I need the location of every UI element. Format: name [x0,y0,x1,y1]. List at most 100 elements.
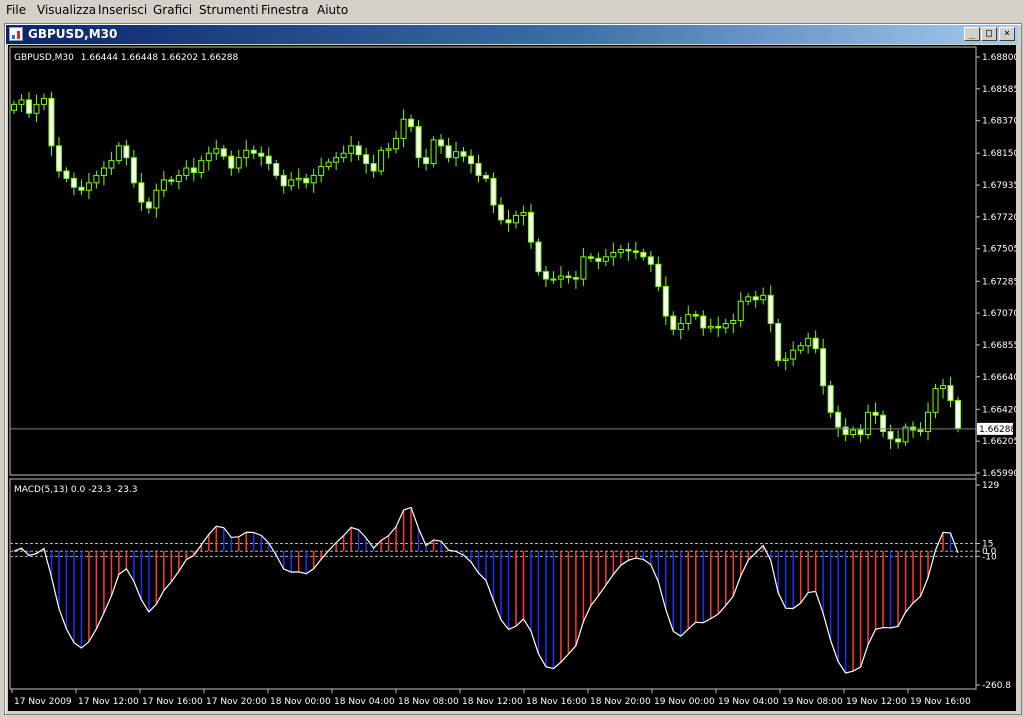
price-tick-label: 1.67505 [982,245,1016,255]
maximize-button[interactable]: □ [981,27,997,41]
candle-body [692,314,699,317]
candle-body [243,149,250,159]
candle-body [865,411,872,436]
candle-body [640,251,647,258]
candle-body [737,300,744,322]
candle-body [782,358,789,361]
candle-body [363,154,370,165]
candle-body [288,179,295,187]
candle-body [295,177,302,181]
time-tick-label: 17 Nov 2009 [14,697,72,707]
candle-body [48,97,55,147]
menu-visualizza[interactable]: Visualizza [37,3,96,17]
price-tick-label: 1.67070 [982,309,1016,319]
price-tick-label: 1.66640 [982,373,1016,383]
chart-area[interactable]: GBPUSD,M30 1.66444 1.66448 1.66202 1.662… [8,45,1019,711]
candle-body [183,167,190,176]
menu-file[interactable]: File [6,3,26,17]
candle-body [175,174,182,182]
time-tick-label: 17 Nov 12:00 [78,697,139,707]
menu-aiuto[interactable]: Aiuto [317,3,348,17]
candle-body [123,145,130,159]
candle-body [153,189,160,209]
candle-body [812,337,819,350]
candle-body [520,211,527,216]
candle-body [340,152,347,159]
candle-body [310,174,317,184]
candle-body [333,157,340,163]
macd-name-label: MACD [14,485,41,495]
candle-body [917,429,924,433]
symbol-label: GBPUSD,M30 [14,53,74,63]
candle-body [662,285,669,317]
minimize-button[interactable]: _ [964,27,980,41]
time-tick-label: 18 Nov 20:00 [590,697,651,707]
time-tick-label: 17 Nov 16:00 [142,697,203,707]
candle-body [932,388,939,413]
chart-background [8,45,1016,711]
candle-body [775,322,782,361]
candle-body [595,257,602,262]
candle-body [438,139,445,147]
candle-body [842,426,849,436]
candle-body [423,157,430,165]
price-tick-label: 1.67935 [982,181,1016,191]
time-tick-label: 19 Nov 12:00 [846,697,907,707]
candle-body [250,149,257,154]
candle-body [25,99,32,114]
candle-body [453,151,460,159]
price-tick-label: 1.66855 [982,341,1016,351]
candle-body [940,385,947,390]
candle-body [100,167,107,176]
candle-body [18,99,25,105]
candle-body [580,256,587,280]
price-tick-label: 1.68370 [982,117,1016,127]
candle-body [700,315,707,329]
candle-body [805,337,812,347]
candle-body [707,325,714,329]
candle-body [258,152,265,157]
menu-strumenti[interactable]: Strumenti [199,3,259,17]
candle-body [625,248,632,252]
candle-body [572,277,579,280]
candle-body [632,250,639,253]
candle-body [820,348,827,387]
time-tick-label: 18 Nov 12:00 [462,697,523,707]
price-tick-label: 1.66420 [982,405,1016,415]
ohlc-label: 1.66444 1.66448 1.66202 1.66288 [81,53,239,63]
candle-body [385,148,392,151]
chart-window-titlebar[interactable]: GBPUSD,M30 _ □ × [6,25,1018,44]
candle-body [850,429,857,436]
candle-body [85,182,92,191]
candle-body [565,275,572,279]
time-tick-label: 19 Nov 04:00 [718,697,779,707]
candle-body [228,155,235,169]
chart-window-icon [9,27,23,41]
time-tick-label: 19 Nov 16:00 [910,697,971,707]
candle-body [115,145,122,162]
candle-body [378,149,385,172]
close-button[interactable]: × [999,27,1015,41]
candle-body [430,139,437,165]
candle-body [318,166,325,176]
candle-body [617,248,624,253]
candle-body [280,174,287,187]
time-tick-label: 18 Nov 08:00 [398,697,459,707]
candle-body [63,170,70,179]
candle-body [408,118,415,128]
candle-body [947,385,954,401]
candle-body [273,163,280,176]
price-tick-label: 1.66205 [982,437,1016,447]
candle-body [490,177,497,206]
macd-tick-label: 129 [982,481,999,491]
candle-body [475,163,482,176]
macd-tick-label: -260.8 [982,681,1011,691]
candle-body [40,97,47,105]
time-tick-label: 19 Nov 00:00 [654,697,715,707]
candle-body [33,103,40,114]
menu-inserisci[interactable]: Inserisci [98,3,147,17]
menu-finestra[interactable]: Finestra [261,3,309,17]
last-price-label: 1.66288 [979,425,1016,435]
menu-grafici[interactable]: Grafici [153,3,192,17]
chart-svg[interactable]: GBPUSD,M30 1.66444 1.66448 1.66202 1.662… [8,45,1019,711]
